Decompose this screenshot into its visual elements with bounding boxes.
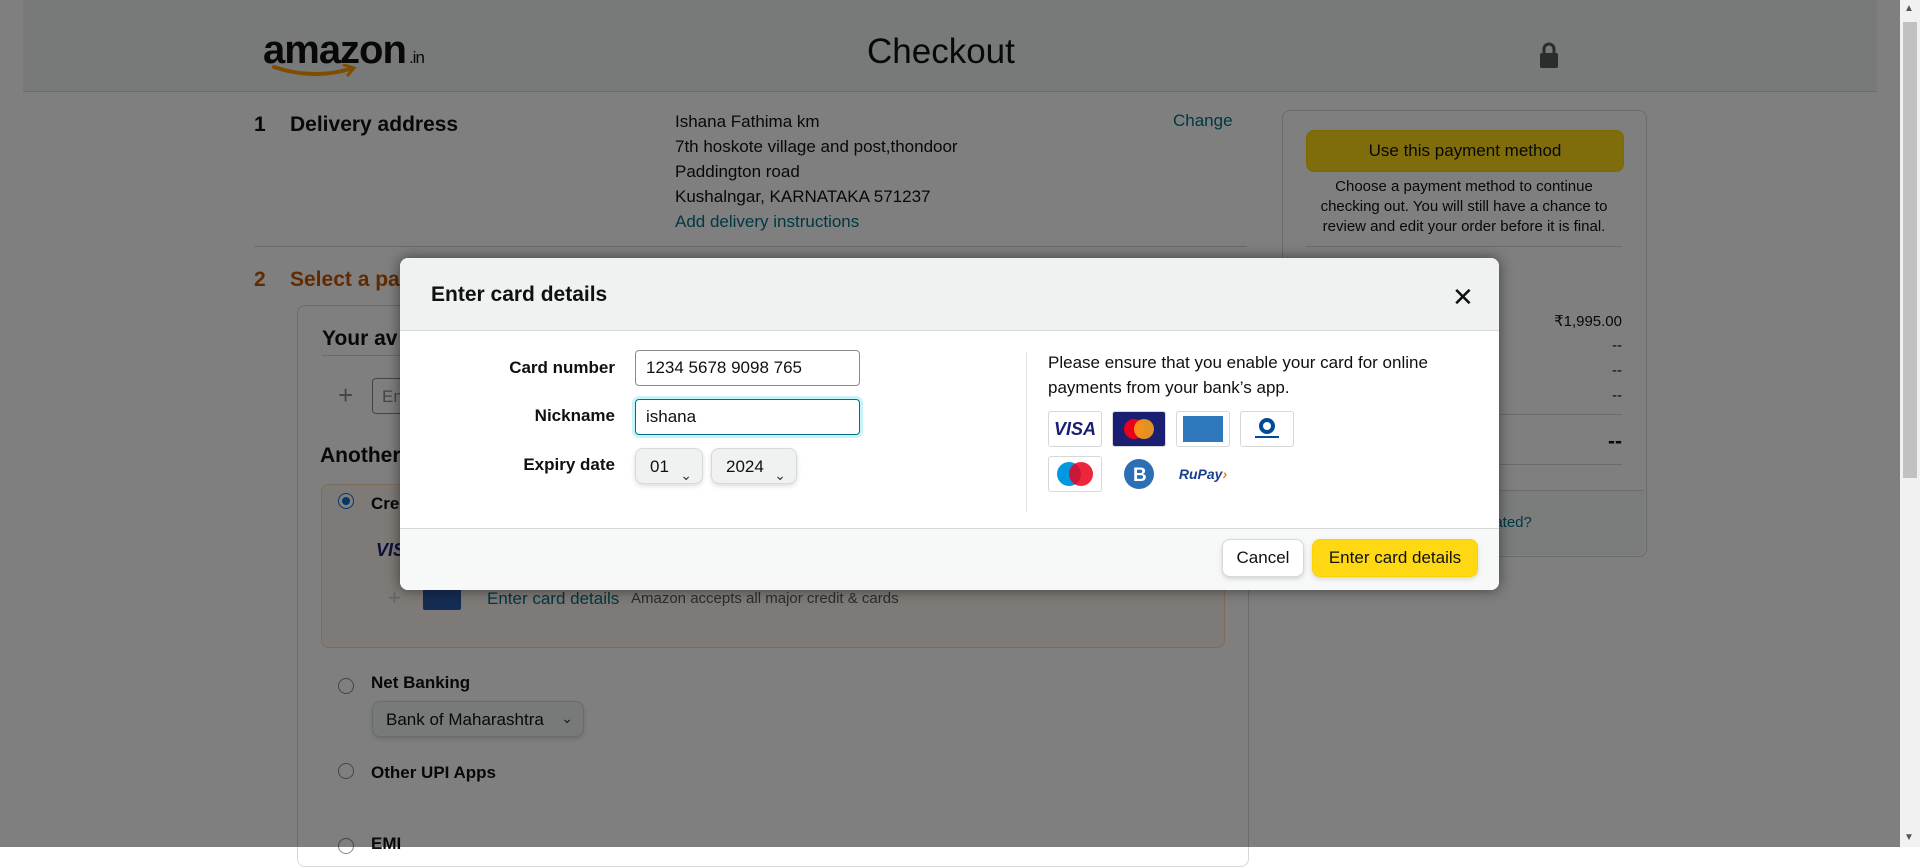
expiry-month-select[interactable]: 01 ⌄ (635, 448, 703, 484)
mastercard-icon (1112, 411, 1166, 447)
scroll-down-icon[interactable]: ▼ (1904, 832, 1914, 843)
chevron-down-icon: ⌄ (680, 467, 692, 483)
scroll-up-icon[interactable]: ▲ (1904, 3, 1914, 14)
expiry-date-label: Expiry date (523, 455, 615, 474)
visa-card-icon: VISA (1048, 411, 1102, 447)
close-icon[interactable]: ✕ (1452, 282, 1474, 313)
modal-vertical-divider (1026, 352, 1027, 512)
card-enable-note: Please ensure that you enable your card … (1048, 353, 1428, 397)
expiry-month-value: 01 (650, 457, 669, 476)
nickname-label: Nickname (534, 406, 615, 425)
card-details-modal: Enter card details ✕ Card number Nicknam… (400, 258, 1499, 590)
maestro-icon (1048, 456, 1102, 492)
bharat-bill-pay-icon: B (1112, 456, 1166, 492)
nickname-input[interactable] (635, 399, 860, 435)
enter-card-details-button[interactable]: Enter card details (1312, 539, 1478, 577)
cancel-button[interactable]: Cancel (1222, 539, 1304, 577)
expiry-year-select[interactable]: 2024 ⌄ (711, 448, 797, 484)
expiry-year-value: 2024 (726, 457, 764, 476)
card-number-label: Card number (509, 358, 615, 377)
svg-text:B: B (1133, 465, 1147, 486)
rupay-icon: RuPay › (1176, 456, 1230, 492)
scrollbar-thumb[interactable] (1903, 22, 1917, 478)
card-number-input[interactable] (635, 350, 860, 386)
amex-icon (1176, 411, 1230, 447)
chevron-down-icon: ⌄ (774, 467, 786, 483)
diners-club-icon (1240, 411, 1294, 447)
modal-title: Enter card details (431, 283, 608, 306)
